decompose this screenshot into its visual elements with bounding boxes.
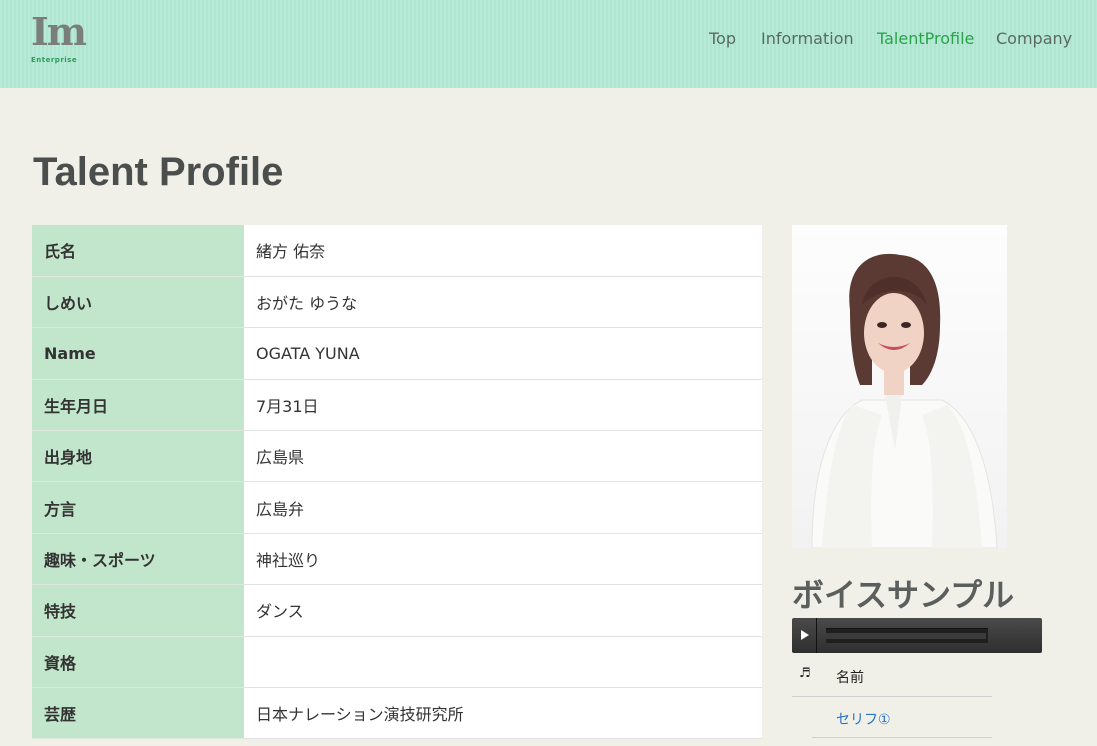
page-title: Talent Profile (33, 150, 284, 194)
site-header: Im Enterprise Top Information TalentProf… (0, 0, 1097, 88)
music-note-icon: ♬ (799, 666, 811, 681)
profile-row: 方言 広島弁 (32, 481, 762, 534)
profile-value: OGATA YUNA (244, 327, 762, 380)
profile-label: 資格 (32, 636, 244, 689)
profile-table: 氏名 緒方 佑奈 しめい おがた ゆうな Name OGATA YUNA 生年月… (32, 225, 762, 740)
profile-value (244, 636, 762, 689)
profile-value: ダンス (244, 584, 762, 637)
profile-row: 出身地 広島県 (32, 430, 762, 483)
profile-value: 神社巡り (244, 533, 762, 586)
tracklist-header: ♬ 名前 (792, 656, 992, 697)
talent-photo-illustration (792, 225, 1007, 548)
profile-label: 趣味・スポーツ (32, 533, 244, 586)
profile-row: 生年月日 7月31日 (32, 379, 762, 432)
logo-mark: Im (31, 9, 87, 54)
tracklist-header-label: 名前 (836, 670, 864, 686)
profile-label: 芸歴 (32, 687, 244, 740)
profile-row: しめい おがた ゆうな (32, 276, 762, 329)
profile-label: Name (32, 327, 244, 380)
logo-text: Enterprise (31, 56, 78, 64)
profile-value: 日本ナレーション演技研究所 (244, 687, 762, 740)
profile-label: 方言 (32, 481, 244, 534)
progress-fill (826, 633, 987, 639)
nav-information[interactable]: Information (761, 29, 854, 48)
profile-row: 氏名 緒方 佑奈 (32, 225, 762, 277)
profile-value: 緒方 佑奈 (244, 225, 762, 277)
track-item[interactable]: セリフ① (812, 697, 992, 738)
nav-talentprofile[interactable]: TalentProfile (877, 29, 974, 48)
profile-value: おがた ゆうな (244, 276, 762, 329)
progress-bar[interactable] (826, 628, 988, 643)
profile-value: 広島弁 (244, 481, 762, 534)
profile-value: 7月31日 (244, 379, 762, 432)
audio-player[interactable] (792, 618, 1042, 653)
nav-company[interactable]: Company (996, 29, 1072, 48)
profile-row: 特技 ダンス (32, 584, 762, 637)
profile-label: 出身地 (32, 430, 244, 483)
nav-top[interactable]: Top (709, 29, 736, 48)
voice-sample-title: ボイスサンプル (792, 576, 1015, 614)
profile-row: 資格 (32, 636, 762, 689)
play-button[interactable] (792, 618, 817, 653)
site-logo[interactable]: Im Enterprise (31, 12, 87, 66)
talent-photo (792, 225, 1007, 548)
profile-label: 特技 (32, 584, 244, 637)
tracklist: ♬ 名前 セリフ① (792, 656, 992, 738)
profile-value: 広島県 (244, 430, 762, 483)
profile-label: しめい (32, 276, 244, 329)
track-link[interactable]: セリフ① (836, 709, 891, 729)
play-icon (801, 630, 809, 640)
profile-label: 氏名 (32, 225, 244, 277)
profile-row: Name OGATA YUNA (32, 327, 762, 380)
profile-row: 趣味・スポーツ 神社巡り (32, 533, 762, 586)
profile-row: 芸歴 日本ナレーション演技研究所 (32, 687, 762, 740)
profile-label: 生年月日 (32, 379, 244, 432)
